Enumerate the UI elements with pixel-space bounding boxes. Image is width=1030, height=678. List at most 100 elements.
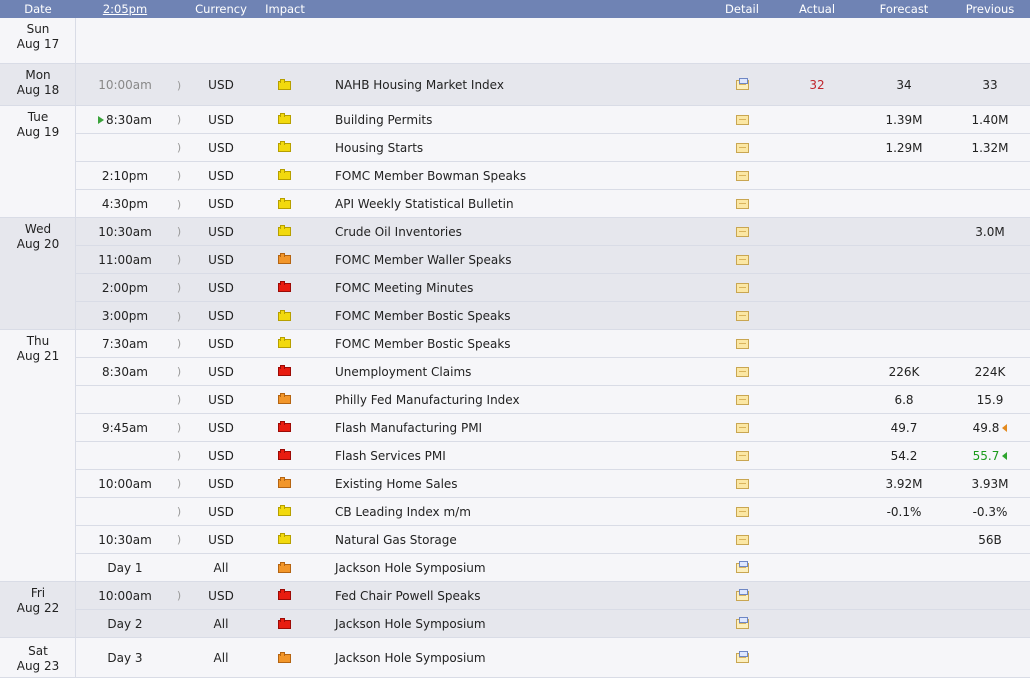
sound-icon[interactable]: )	[172, 106, 186, 133]
event-row[interactable]: 11:00am) USD FOMC Member Waller Speaks	[76, 246, 1030, 274]
sound-icon[interactable]: )	[172, 134, 186, 161]
detail-folder-icon[interactable]	[735, 254, 749, 265]
sound-icon[interactable]: )	[172, 358, 186, 385]
sound-icon[interactable]: )	[172, 218, 186, 245]
detail-folder-icon[interactable]	[735, 478, 749, 489]
event-row[interactable]: 10:00am) USD Fed Chair Powell Speaks	[76, 582, 1030, 610]
sound-icon[interactable]: )	[172, 64, 186, 106]
event-row[interactable]: 8:30am) USD Building Permits 1.39M 1.40M	[76, 106, 1030, 134]
event-row[interactable]: Day 3 All Jackson Hole Symposium	[76, 638, 1030, 678]
detail-cell[interactable]	[732, 246, 752, 273]
sound-icon[interactable]: )	[172, 162, 186, 189]
event-row[interactable]: ) USD Philly Fed Manufacturing Index 6.8 15.…	[76, 386, 1030, 414]
detail-cell[interactable]	[732, 554, 752, 582]
sound-icon[interactable]: )	[172, 414, 186, 441]
sound-icon[interactable]: )	[172, 246, 186, 273]
detail-folder-icon[interactable]	[735, 142, 749, 153]
detail-folder-icon[interactable]	[735, 506, 749, 517]
detail-folder-icon[interactable]	[735, 338, 749, 349]
event-name[interactable]: Existing Home Sales	[335, 470, 715, 497]
sound-icon[interactable]	[172, 610, 186, 638]
detail-folder-icon[interactable]	[735, 170, 749, 181]
sound-icon[interactable]: )	[172, 470, 186, 497]
event-row[interactable]: 8:30am) USD Unemployment Claims 226K 224K	[76, 358, 1030, 386]
detail-folder-icon[interactable]	[735, 199, 749, 209]
detail-cell[interactable]	[732, 106, 752, 133]
event-row[interactable]: 10:30am) USD Crude Oil Inventories 3.0M	[76, 218, 1030, 246]
detail-cell[interactable]	[732, 582, 752, 609]
detail-folder-icon[interactable]	[735, 394, 749, 405]
sound-icon[interactable]	[172, 554, 186, 582]
sound-icon[interactable]: )	[172, 582, 186, 609]
event-row[interactable]: ) USD CB Leading Index m/m -0.1% -0.3%	[76, 498, 1030, 526]
event-name[interactable]: Crude Oil Inventories	[335, 218, 715, 245]
detail-cell[interactable]	[732, 442, 752, 469]
detail-folder-icon[interactable]	[735, 561, 749, 573]
detail-folder-icon[interactable]	[735, 450, 749, 461]
event-name[interactable]: Building Permits	[335, 106, 715, 133]
event-name[interactable]: CB Leading Index m/m	[335, 498, 715, 525]
event-name[interactable]: API Weekly Statistical Bulletin	[335, 190, 715, 218]
event-row[interactable]: 2:10pm) USD FOMC Member Bowman Speaks	[76, 162, 1030, 190]
sound-icon[interactable]: )	[172, 274, 186, 301]
detail-cell[interactable]	[732, 330, 752, 357]
sound-icon[interactable]: )	[172, 498, 186, 525]
detail-cell[interactable]	[732, 358, 752, 385]
event-row[interactable]: 10:00am) USD NAHB Housing Market Index 32 34…	[76, 64, 1030, 106]
event-row[interactable]: Day 2 All Jackson Hole Symposium	[76, 610, 1030, 638]
event-row[interactable]: 2:00pm) USD FOMC Meeting Minutes	[76, 274, 1030, 302]
detail-cell[interactable]	[732, 218, 752, 245]
event-name[interactable]: Flash Manufacturing PMI	[335, 414, 715, 441]
detail-folder-icon[interactable]	[735, 588, 749, 601]
detail-cell[interactable]	[732, 162, 752, 189]
detail-cell[interactable]	[732, 134, 752, 161]
detail-folder-icon[interactable]	[735, 282, 749, 293]
sound-icon[interactable]	[172, 638, 186, 678]
event-name[interactable]: Philly Fed Manufacturing Index	[335, 386, 715, 413]
sound-icon[interactable]: )	[172, 386, 186, 413]
event-name[interactable]: Jackson Hole Symposium	[335, 610, 715, 638]
detail-cell[interactable]	[732, 638, 752, 678]
detail-cell[interactable]	[732, 302, 752, 330]
event-name[interactable]: Natural Gas Storage	[335, 526, 715, 553]
detail-folder-icon[interactable]	[735, 114, 749, 125]
detail-cell[interactable]	[732, 526, 752, 553]
header-time-link[interactable]: 2:05pm	[76, 0, 174, 18]
detail-cell[interactable]	[732, 470, 752, 497]
event-row[interactable]: ) USD Housing Starts 1.29M 1.32M	[76, 134, 1030, 162]
event-row[interactable]: 7:30am) USD FOMC Member Bostic Speaks	[76, 330, 1030, 358]
detail-cell[interactable]	[732, 610, 752, 638]
detail-cell[interactable]	[732, 274, 752, 301]
detail-cell[interactable]	[732, 190, 752, 218]
detail-folder-icon[interactable]	[735, 366, 749, 377]
detail-folder-icon[interactable]	[735, 78, 749, 90]
event-name[interactable]: Unemployment Claims	[335, 358, 715, 385]
detail-folder-icon[interactable]	[735, 534, 749, 545]
event-row[interactable]: 4:30pm) USD API Weekly Statistical Bulleti…	[76, 190, 1030, 218]
event-row[interactable]: ) USD Flash Services PMI 54.2 55.7	[76, 442, 1030, 470]
detail-folder-icon[interactable]	[735, 422, 749, 433]
event-name[interactable]: Housing Starts	[335, 134, 715, 161]
event-name[interactable]: Jackson Hole Symposium	[335, 638, 715, 678]
event-name[interactable]: FOMC Member Waller Speaks	[335, 246, 715, 273]
event-row[interactable]: 3:00pm) USD FOMC Member Bostic Speaks	[76, 302, 1030, 330]
event-name[interactable]: Fed Chair Powell Speaks	[335, 582, 715, 609]
event-name[interactable]: FOMC Meeting Minutes	[335, 274, 715, 301]
sound-icon[interactable]: )	[172, 442, 186, 469]
event-name[interactable]: Flash Services PMI	[335, 442, 715, 469]
detail-folder-icon[interactable]	[735, 617, 749, 629]
event-name[interactable]: FOMC Member Bostic Speaks	[335, 330, 715, 357]
event-name[interactable]: FOMC Member Bostic Speaks	[335, 302, 715, 330]
detail-cell[interactable]	[732, 386, 752, 413]
detail-folder-icon[interactable]	[735, 226, 749, 237]
event-row[interactable]: Day 1 All Jackson Hole Symposium	[76, 554, 1030, 582]
event-row[interactable]: 10:00am) USD Existing Home Sales 3.92M 3.93M	[76, 470, 1030, 498]
detail-cell[interactable]	[732, 498, 752, 525]
event-row[interactable]: 9:45am) USD Flash Manufacturing PMI 49.7 49.…	[76, 414, 1030, 442]
detail-cell[interactable]	[732, 64, 752, 106]
sound-icon[interactable]: )	[172, 526, 186, 553]
detail-folder-icon[interactable]	[735, 651, 749, 663]
sound-icon[interactable]: )	[172, 302, 186, 330]
detail-folder-icon[interactable]	[735, 311, 749, 321]
event-name[interactable]: NAHB Housing Market Index	[335, 64, 715, 106]
